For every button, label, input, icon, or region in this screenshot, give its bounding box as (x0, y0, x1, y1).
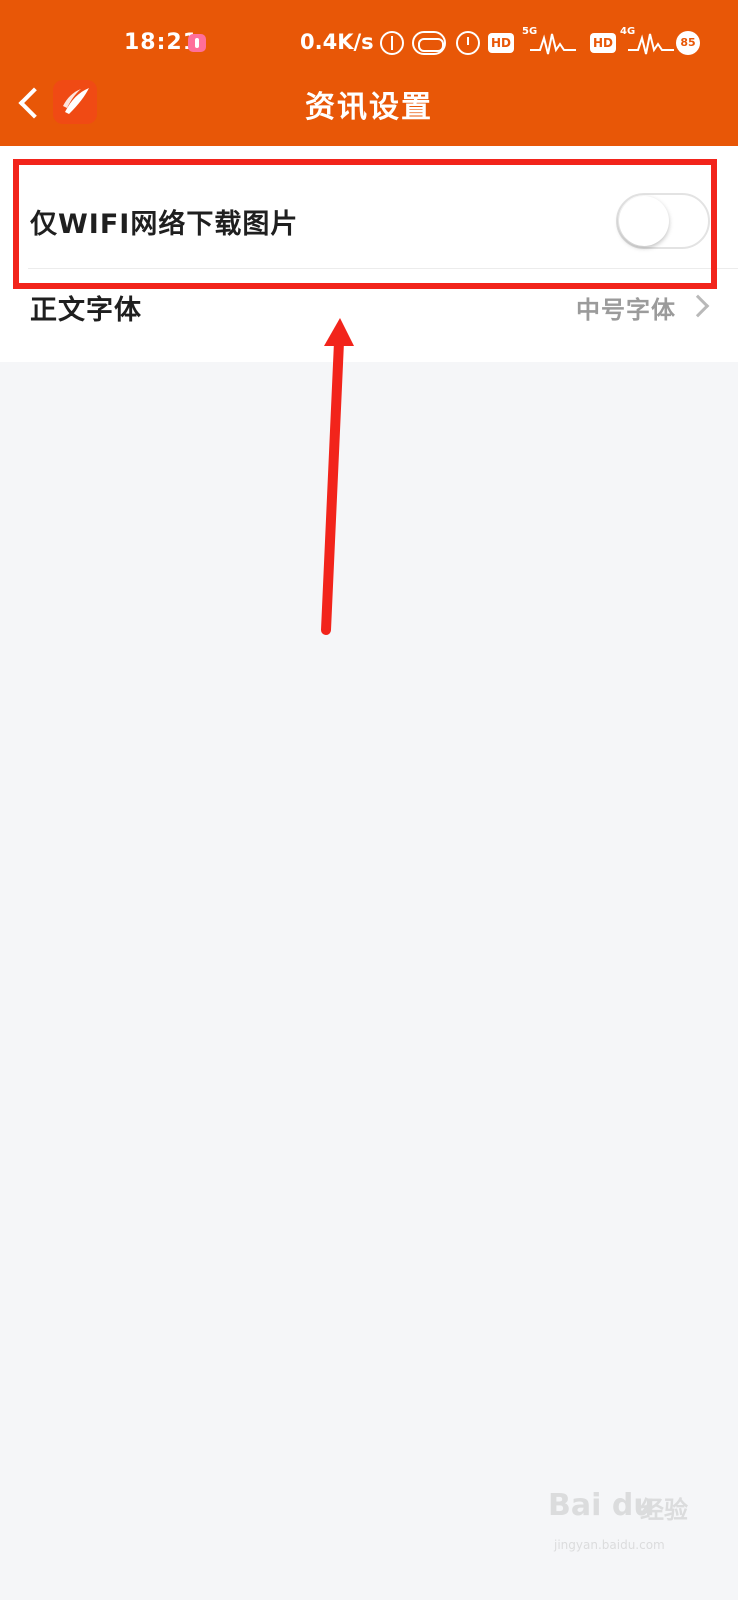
notification-dot-icon (188, 34, 206, 52)
chevron-right-icon (686, 294, 710, 318)
toggle-knob (619, 196, 669, 246)
screen: 18:21 0.4K/s HD 5G HD 4G 85 资讯设置 仅WIFI网络… (0, 0, 738, 1600)
setting-row-wifi-images: 仅WIFI网络下载图片 (0, 172, 738, 268)
watermark: Bai du 经验 jingyan.baidu.com (548, 1488, 708, 1568)
wifi-images-toggle[interactable] (616, 193, 710, 249)
hd-badge: HD (488, 33, 515, 53)
setting-row-body-font[interactable]: 正文字体 中号字体 (0, 270, 738, 344)
body-font-label: 正文字体 (30, 295, 142, 326)
settings-list: 仅WIFI网络下载图片 正文字体 中号字体 (0, 146, 738, 362)
signal-icon (530, 33, 576, 55)
battery-icon: 85 (676, 31, 700, 55)
watermark-brand-cn: 经验 (640, 1496, 688, 1524)
network-speed: 0.4K/s (300, 30, 374, 54)
vibration-icon (412, 31, 446, 55)
status-bar: 18:21 0.4K/s HD 5G HD 4G 85 (0, 22, 738, 64)
alarm-icon (456, 31, 480, 55)
page-title: 资讯设置 (305, 90, 433, 125)
nav-bar: 资讯设置 (0, 70, 738, 140)
body-font-value: 中号字体 (576, 296, 676, 324)
watermark-url: jingyan.baidu.com (554, 1538, 665, 1552)
annotation-arrow-icon (321, 337, 344, 635)
hd-badge: HD (590, 33, 617, 53)
signal-icon (628, 33, 674, 55)
watermark-brand: Bai du (548, 1488, 655, 1523)
app-header: 18:21 0.4K/s HD 5G HD 4G 85 资讯设置 (0, 0, 738, 146)
wifi-images-label: 仅WIFI网络下载图片 (30, 209, 299, 240)
row-divider (28, 268, 738, 269)
bluetooth-icon (380, 31, 404, 55)
